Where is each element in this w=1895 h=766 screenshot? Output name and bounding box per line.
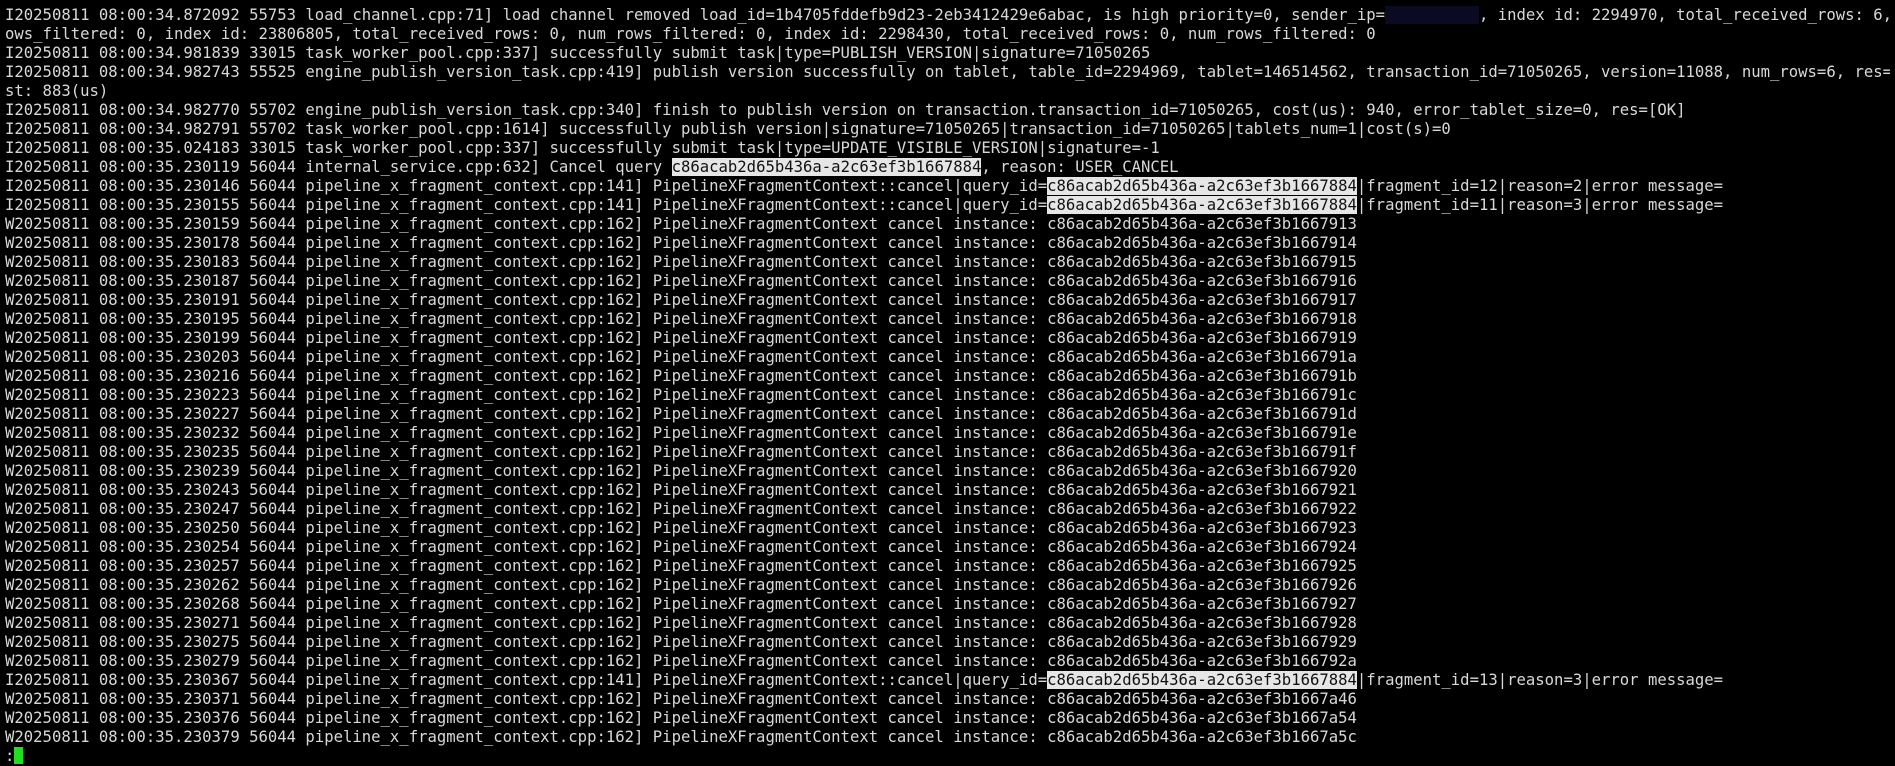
log-line: I20250811 08:00:34.872092 55753 load_cha… [5, 6, 1890, 25]
log-line: W20250811 08:00:35.230279 56044 pipeline… [5, 652, 1890, 671]
log-line: st: 883(us) [5, 82, 1890, 101]
search-match-highlight: c86acab2d65b436a-a2c63ef3b1667884 [1047, 196, 1357, 214]
log-text: I20250811 08:00:34.982743 55525 engine_p… [5, 63, 1890, 81]
log-line: W20250811 08:00:35.230235 56044 pipeline… [5, 443, 1890, 462]
log-line: W20250811 08:00:35.230187 56044 pipeline… [5, 272, 1890, 291]
log-text: |fragment_id=12|reason=2|error message= [1356, 177, 1724, 195]
log-line: W20250811 08:00:35.230203 56044 pipeline… [5, 348, 1890, 367]
log-text: st: 883(us) [5, 82, 109, 100]
log-text: |fragment_id=13|reason=3|error message= [1356, 671, 1724, 689]
terminal-output: I20250811 08:00:34.872092 55753 load_cha… [5, 6, 1890, 766]
log-line: W20250811 08:00:35.230275 56044 pipeline… [5, 633, 1890, 652]
log-text: I20250811 08:00:35.230119 56044 internal… [5, 158, 672, 176]
log-text: , index id: 2294970, total_received_rows… [1478, 6, 1890, 24]
log-text: W20250811 08:00:35.230376 56044 pipeline… [5, 709, 1357, 727]
log-line: W20250811 08:00:35.230223 56044 pipeline… [5, 386, 1890, 405]
log-text: W20250811 08:00:35.230279 56044 pipeline… [5, 652, 1357, 670]
search-match-highlight: c86acab2d65b436a-a2c63ef3b1667884 [1047, 671, 1357, 689]
log-text: W20250811 08:00:35.230271 56044 pipeline… [5, 614, 1357, 632]
log-text: I20250811 08:00:35.230146 56044 pipeline… [5, 177, 1048, 195]
log-text: I20250811 08:00:35.230367 56044 pipeline… [5, 671, 1048, 689]
log-text: W20250811 08:00:35.230195 56044 pipeline… [5, 310, 1357, 328]
redacted-text [1385, 6, 1479, 24]
log-line: W20250811 08:00:35.230268 56044 pipeline… [5, 595, 1890, 614]
log-text: W20250811 08:00:35.230227 56044 pipeline… [5, 405, 1357, 423]
log-text: W20250811 08:00:35.230178 56044 pipeline… [5, 234, 1357, 252]
prompt-text: : [5, 747, 15, 765]
log-line: W20250811 08:00:35.230379 56044 pipeline… [5, 728, 1890, 747]
log-text: I20250811 08:00:34.872092 55753 load_cha… [5, 6, 1386, 24]
log-line: I20250811 08:00:35.230119 56044 internal… [5, 158, 1890, 177]
log-line: W20250811 08:00:35.230376 56044 pipeline… [5, 709, 1890, 728]
log-text: W20250811 08:00:35.230191 56044 pipeline… [5, 291, 1357, 309]
log-text: W20250811 08:00:35.230257 56044 pipeline… [5, 557, 1357, 575]
log-line: W20250811 08:00:35.230216 56044 pipeline… [5, 367, 1890, 386]
log-text: , reason: USER_CANCEL [981, 158, 1179, 176]
log-text: W20250811 08:00:35.230254 56044 pipeline… [5, 538, 1357, 556]
cursor-block [14, 747, 24, 764]
log-line: W20250811 08:00:35.230178 56044 pipeline… [5, 234, 1890, 253]
log-text: W20250811 08:00:35.230250 56044 pipeline… [5, 519, 1357, 537]
log-text: W20250811 08:00:35.230371 56044 pipeline… [5, 690, 1357, 708]
log-text: W20250811 08:00:35.230239 56044 pipeline… [5, 462, 1357, 480]
log-text: I20250811 08:00:34.982791 55702 task_wor… [5, 120, 1451, 138]
log-line: W20250811 08:00:35.230239 56044 pipeline… [5, 462, 1890, 481]
log-line: I20250811 08:00:34.982791 55702 task_wor… [5, 120, 1890, 139]
log-text: W20250811 08:00:35.230379 56044 pipeline… [5, 728, 1357, 746]
log-text: ows_filtered: 0, index id: 23806805, tot… [5, 25, 1376, 43]
pager-prompt[interactable]: : [5, 747, 1890, 766]
log-line: W20250811 08:00:35.230271 56044 pipeline… [5, 614, 1890, 633]
log-text: W20250811 08:00:35.230199 56044 pipeline… [5, 329, 1357, 347]
log-text: W20250811 08:00:35.230247 56044 pipeline… [5, 500, 1357, 518]
log-text: I20250811 08:00:35.024183 33015 task_wor… [5, 139, 1160, 157]
terminal-window[interactable]: I20250811 08:00:34.872092 55753 load_cha… [0, 0, 1895, 766]
log-line: W20250811 08:00:35.230371 56044 pipeline… [5, 690, 1890, 709]
log-text: W20250811 08:00:35.230262 56044 pipeline… [5, 576, 1357, 594]
log-text: |fragment_id=11|reason=3|error message= [1356, 196, 1724, 214]
log-line: I20250811 08:00:35.024183 33015 task_wor… [5, 139, 1890, 158]
log-line: W20250811 08:00:35.230232 56044 pipeline… [5, 424, 1890, 443]
log-line: W20250811 08:00:35.230191 56044 pipeline… [5, 291, 1890, 310]
log-line: I20250811 08:00:34.982770 55702 engine_p… [5, 101, 1890, 120]
log-line: W20250811 08:00:35.230199 56044 pipeline… [5, 329, 1890, 348]
log-line: I20250811 08:00:35.230155 56044 pipeline… [5, 196, 1890, 215]
search-match-highlight: c86acab2d65b436a-a2c63ef3b1667884 [671, 158, 982, 176]
log-line: ows_filtered: 0, index id: 23806805, tot… [5, 25, 1890, 44]
log-text: W20250811 08:00:35.230223 56044 pipeline… [5, 386, 1357, 404]
log-line: I20250811 08:00:34.981839 33015 task_wor… [5, 44, 1890, 63]
log-text: W20250811 08:00:35.230159 56044 pipeline… [5, 215, 1357, 233]
log-line: I20250811 08:00:34.982743 55525 engine_p… [5, 63, 1890, 82]
log-text: I20250811 08:00:34.981839 33015 task_wor… [5, 44, 1151, 62]
log-text: W20250811 08:00:35.230216 56044 pipeline… [5, 367, 1357, 385]
log-text: W20250811 08:00:35.230183 56044 pipeline… [5, 253, 1357, 271]
log-line: W20250811 08:00:35.230257 56044 pipeline… [5, 557, 1890, 576]
log-line: I20250811 08:00:35.230367 56044 pipeline… [5, 671, 1890, 690]
log-line: W20250811 08:00:35.230159 56044 pipeline… [5, 215, 1890, 234]
log-line: W20250811 08:00:35.230227 56044 pipeline… [5, 405, 1890, 424]
log-text: W20250811 08:00:35.230187 56044 pipeline… [5, 272, 1357, 290]
log-line: I20250811 08:00:35.230146 56044 pipeline… [5, 177, 1890, 196]
log-line: W20250811 08:00:35.230250 56044 pipeline… [5, 519, 1890, 538]
log-text: W20250811 08:00:35.230243 56044 pipeline… [5, 481, 1357, 499]
log-text: W20250811 08:00:35.230232 56044 pipeline… [5, 424, 1357, 442]
log-text: W20250811 08:00:35.230275 56044 pipeline… [5, 633, 1357, 651]
log-line: W20250811 08:00:35.230247 56044 pipeline… [5, 500, 1890, 519]
log-line: W20250811 08:00:35.230195 56044 pipeline… [5, 310, 1890, 329]
log-line: W20250811 08:00:35.230262 56044 pipeline… [5, 576, 1890, 595]
log-text: I20250811 08:00:34.982770 55702 engine_p… [5, 101, 1686, 119]
search-match-highlight: c86acab2d65b436a-a2c63ef3b1667884 [1047, 177, 1357, 195]
log-text: W20250811 08:00:35.230235 56044 pipeline… [5, 443, 1357, 461]
log-line: W20250811 08:00:35.230254 56044 pipeline… [5, 538, 1890, 557]
log-line: W20250811 08:00:35.230183 56044 pipeline… [5, 253, 1890, 272]
log-text: W20250811 08:00:35.230268 56044 pipeline… [5, 595, 1357, 613]
log-text: I20250811 08:00:35.230155 56044 pipeline… [5, 196, 1048, 214]
log-text: W20250811 08:00:35.230203 56044 pipeline… [5, 348, 1357, 366]
log-line: W20250811 08:00:35.230243 56044 pipeline… [5, 481, 1890, 500]
